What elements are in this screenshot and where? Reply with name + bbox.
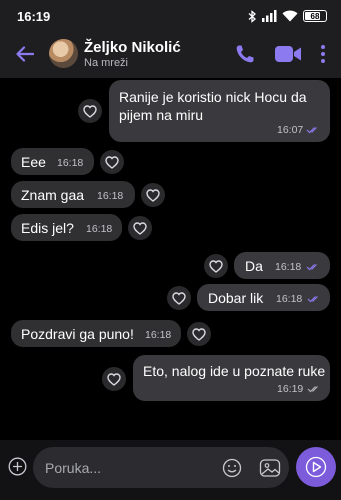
heart-icon [192, 327, 206, 341]
message-text: Eto, nalog ide u poznate ruke [143, 363, 326, 379]
contact-status: Na mreži [84, 57, 129, 69]
back-button[interactable] [12, 42, 38, 66]
send-button[interactable] [296, 447, 336, 487]
message-text: pijem na miru [119, 107, 204, 123]
like-button[interactable] [128, 216, 152, 240]
more-vertical-icon[interactable] [318, 43, 328, 65]
chat-area[interactable]: Ranije je koristio nick Hocu da pijem na… [0, 78, 341, 440]
message-text: Edis jel? [21, 220, 74, 236]
emoji-icon[interactable] [222, 458, 242, 478]
like-button[interactable] [167, 286, 191, 310]
message-time: 16:18 [57, 157, 84, 169]
message-text: Znam gaa [21, 187, 85, 203]
plus-circle-icon[interactable] [8, 457, 27, 476]
message-text: Da [245, 258, 263, 274]
message-bubble-incoming[interactable]: Eee 16:18 [11, 148, 94, 175]
message-bubble-incoming[interactable]: Znam gaa 16:18 [11, 181, 135, 208]
message-time: 16:07 [277, 124, 304, 136]
message-time: 16:18 [86, 223, 113, 235]
read-double-check-icon [306, 264, 317, 271]
like-button[interactable] [100, 150, 124, 174]
message-bubble-outgoing[interactable]: Dobar lik 16:18 [197, 284, 330, 311]
heart-icon [133, 221, 147, 235]
read-double-check-icon [307, 296, 318, 303]
message-text: Pozdravi ga puno! [21, 326, 134, 342]
video-camera-icon[interactable] [274, 44, 302, 64]
like-button[interactable] [187, 322, 211, 346]
message-input[interactable] [45, 458, 215, 478]
phone-icon[interactable] [234, 43, 256, 65]
status-time: 16:19 [17, 9, 51, 24]
like-button[interactable] [102, 367, 126, 391]
message-bubble-outgoing[interactable]: Eto, nalog ide u poznate ruke 16:19 [133, 355, 330, 401]
message-bubble-outgoing[interactable]: Da 16:18 [234, 252, 330, 279]
read-double-check-icon [306, 127, 317, 134]
message-time: 16:19 [277, 383, 304, 395]
message-time: 16:18 [276, 293, 303, 305]
heart-icon [105, 155, 119, 169]
message-time: 16:18 [97, 190, 124, 202]
send-icon [305, 456, 327, 478]
wifi-icon [282, 10, 298, 22]
heart-icon [146, 188, 160, 202]
message-text: Dobar lik [208, 290, 264, 306]
message-text: Eee [21, 154, 46, 170]
chat-header: Željko Nikolić Na mreži [0, 30, 341, 78]
message-time: 16:18 [275, 261, 302, 273]
signal-icon [262, 10, 277, 22]
message-time: 16:18 [145, 329, 172, 341]
like-button[interactable] [78, 99, 102, 123]
message-bubble-incoming[interactable]: Edis jel? 16:18 [11, 214, 122, 241]
message-input-pill [33, 447, 289, 488]
contact-name[interactable]: Željko Nikolić [84, 39, 181, 56]
heart-icon [83, 104, 97, 118]
battery-level: 68 [310, 11, 320, 21]
sticker-icon[interactable] [259, 457, 281, 479]
heart-icon [107, 372, 121, 386]
status-bar: 16:19 68 [0, 0, 341, 30]
message-bubble-incoming[interactable]: Pozdravi ga puno! 16:18 [11, 320, 181, 347]
message-bubble-outgoing[interactable]: Ranije je koristio nick Hocu da pijem na… [109, 80, 330, 142]
avatar[interactable] [49, 39, 78, 68]
bluetooth-icon [248, 9, 256, 23]
battery-icon: 68 [303, 10, 327, 22]
like-button[interactable] [204, 254, 228, 278]
message-text: Ranije je koristio nick Hocu da [119, 89, 307, 105]
like-button[interactable] [141, 183, 165, 207]
delivered-double-check-icon [307, 386, 318, 393]
back-arrow-icon [16, 46, 34, 62]
heart-icon [172, 291, 186, 305]
heart-icon [209, 259, 223, 273]
status-icons: 68 [248, 8, 327, 24]
